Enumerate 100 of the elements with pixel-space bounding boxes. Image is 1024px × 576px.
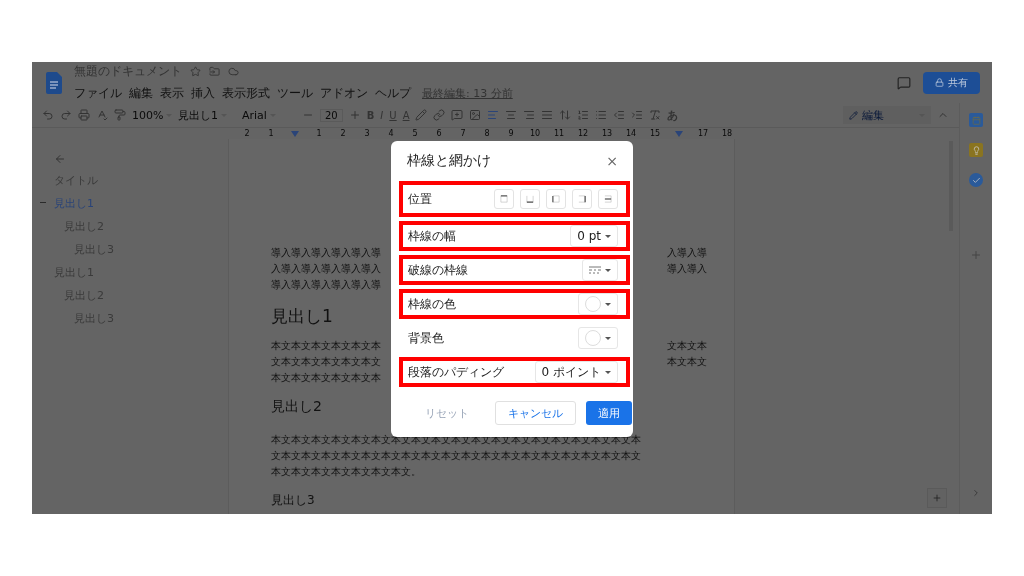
move-folder-icon[interactable] [209,66,220,77]
ruler-number: 4 [387,129,395,138]
ruler-number: 6 [435,129,443,138]
border-position-button[interactable] [494,189,514,209]
menu-item[interactable]: ヘルプ [375,85,411,102]
body-text: 導入導入 [667,262,707,276]
print-icon[interactable] [78,109,90,121]
body-text: 文本文本文本文本文本文本文本文本文本文本文本文本文本文本文本文本文本文本文 [271,449,641,463]
border-position-button[interactable] [572,189,592,209]
highlight-icon[interactable] [415,109,428,121]
link-icon[interactable] [433,109,446,121]
font-dropdown[interactable]: Arial [242,108,296,122]
tasks-icon[interactable] [969,173,983,187]
comment-icon[interactable] [897,75,911,90]
ruler-number: 2 [243,129,251,138]
border-position-button[interactable] [598,189,618,209]
close-button[interactable]: × [606,153,618,169]
ruler-number: 12 [576,129,590,138]
menu-item[interactable]: 編集 [129,85,153,102]
ruler-number: 3 [363,129,371,138]
body-text: 本文本文本文本文本文本 [271,371,381,385]
body-text: 導入導入導入導入導入導 [271,246,381,260]
border-position-icon [603,194,613,204]
zoom-dropdown[interactable]: 100% [132,108,172,122]
pencil-icon [849,110,858,120]
menu-item[interactable]: 挿入 [191,85,215,102]
border-position-icon [577,194,587,204]
style-dropdown[interactable]: 見出し1 [178,107,236,123]
add-addon-icon[interactable] [970,249,982,261]
numbered-list-icon[interactable] [577,109,590,121]
cloud-icon[interactable] [228,66,239,77]
body-text: 本文本文 [667,355,707,369]
body-text: 入導入導入導入導入導入 [271,262,381,276]
expand-panel-icon[interactable] [971,488,981,498]
indent-increase-icon[interactable] [631,109,644,121]
ruler-number: 13 [600,129,614,138]
current-heading-dash [40,202,46,203]
mode-dropdown[interactable]: 編集 [843,106,931,124]
dialog-title: 枠線と網かけ [407,152,491,170]
body-text: 文本文本文本文本文本文 [271,355,381,369]
body-text: 導入導入導入導入導入導 [271,278,381,292]
cancel-button[interactable]: キャンセル [495,401,576,425]
ruler-number: 11 [552,129,566,138]
ruler-number: 1 [267,129,275,138]
setting-label: 段落のパディング [408,363,504,381]
ruler-number: 15 [648,129,662,138]
border-position-button[interactable] [546,189,566,209]
docs-logo-icon[interactable] [46,71,62,94]
border-position-icon [525,194,535,204]
value-dropdown[interactable]: 0 pt [570,225,618,247]
body-text: 入導入導 [667,246,707,260]
indent-marker-icon[interactable] [675,130,683,137]
star-icon[interactable] [190,66,201,77]
menu-item[interactable]: 表示 [160,85,184,102]
back-arrow-icon[interactable] [54,153,66,165]
dash-dropdown[interactable] [582,259,618,281]
image-icon[interactable] [469,109,482,121]
align-center-icon[interactable] [505,109,518,121]
color-dropdown[interactable] [578,327,618,349]
body-text: 本文本文本文本文本文本 [271,339,381,353]
clear-formatting-icon[interactable] [649,109,662,121]
ruler-number: 7 [459,129,467,138]
bulleted-list-icon[interactable] [595,109,608,121]
apply-button[interactable]: 適用 [586,401,632,425]
setting-label: 位置 [408,190,432,208]
heading-text: 見出し3 [271,492,315,509]
calendar-icon[interactable] [969,113,983,127]
border-position-button[interactable] [520,189,540,209]
menu-item[interactable]: ツール [277,85,313,102]
align-left-icon[interactable] [487,109,500,121]
menu-item[interactable]: アドオン [320,85,368,102]
explore-button[interactable] [927,488,947,508]
value-dropdown[interactable]: 0 ポイント [534,361,618,383]
share-button[interactable]: 共有 [923,71,980,94]
indent-marker-icon[interactable] [291,130,299,137]
setting-label: 破線の枠線 [408,261,468,279]
add-comment-icon[interactable] [451,109,464,121]
redo-icon[interactable] [60,109,72,121]
font-size-field[interactable]: 20 [320,108,343,122]
paint-format-icon[interactable] [114,109,126,121]
align-right-icon[interactable] [523,109,536,121]
color-dropdown[interactable] [578,293,618,315]
ruler-number: 9 [507,129,515,138]
menu-item[interactable]: ファイル [74,85,122,102]
ruler-number: 14 [624,129,638,138]
dash-style-icon [589,266,601,274]
keep-icon[interactable] [969,143,983,157]
align-justify-icon[interactable] [541,109,554,121]
ruler-number: 1 [315,129,323,138]
line-spacing-icon[interactable] [559,109,572,121]
indent-decrease-icon[interactable] [613,109,626,121]
setting-label: 背景色 [408,329,444,347]
spellcheck-icon[interactable] [96,109,108,121]
border-position-icon [499,194,509,204]
menu-item[interactable]: 表示形式 [222,85,270,102]
heading-text: 見出し1 [271,305,333,328]
undo-icon[interactable] [42,109,54,121]
plus-icon[interactable] [348,109,361,121]
ruler-number: 5 [411,129,419,138]
lock-icon [935,78,944,87]
